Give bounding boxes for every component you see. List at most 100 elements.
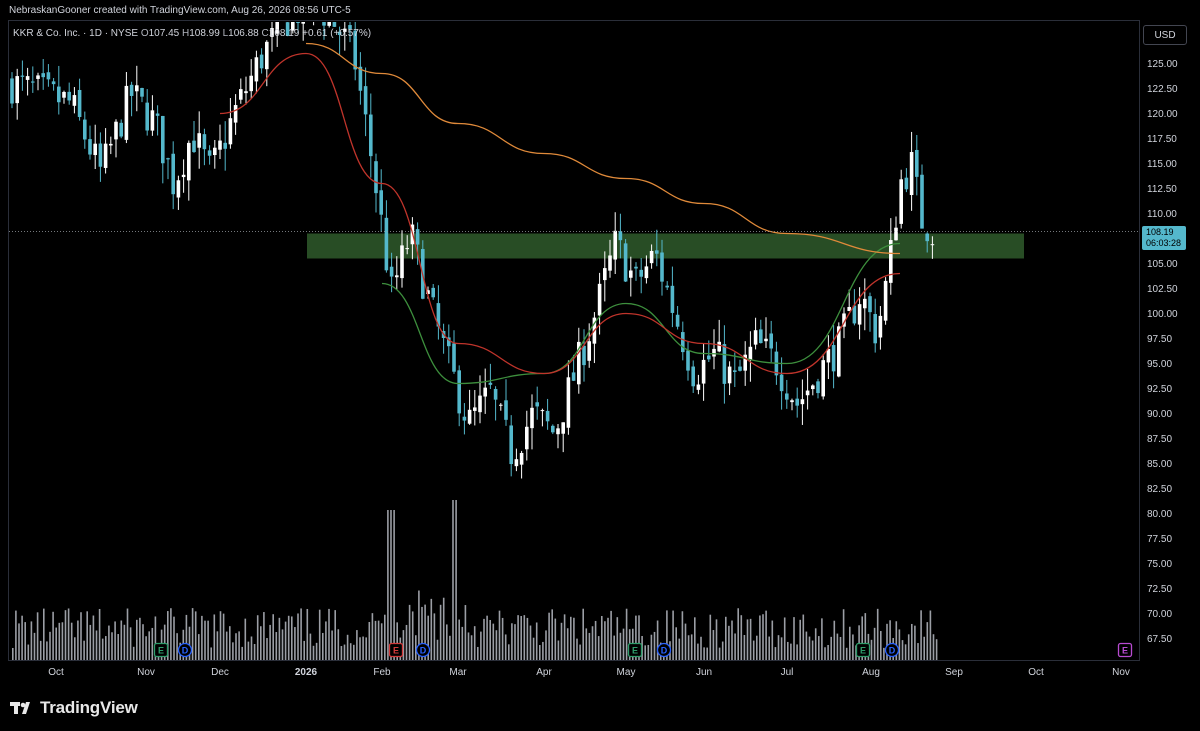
candle-body [655, 250, 659, 254]
volume-bar [526, 617, 529, 660]
x-tick-label: Jun [696, 667, 712, 678]
volume-bar [495, 630, 498, 660]
volume-bar [852, 634, 854, 660]
volume-bar [762, 614, 764, 660]
volume-bar [408, 604, 411, 660]
candle-body [129, 84, 134, 96]
candle-body [395, 275, 399, 278]
volume-bar [613, 635, 615, 660]
legend-symbol: KKR & Co. Inc. · 1D · NYSE [13, 28, 139, 39]
volume-bar [458, 619, 460, 660]
dividend-event-label: D [182, 646, 189, 656]
candle-body [707, 355, 711, 360]
volume-bar [818, 636, 820, 660]
volume-bar [64, 610, 67, 660]
x-tick-label: Nov [1112, 667, 1130, 678]
price-chart[interactable]: 125.00 122.50 120.00 117.50 115.00 112.50 110.… [0, 0, 1200, 682]
earnings-event-label: E [1122, 646, 1128, 656]
y-tick-label: 80.00 [1147, 509, 1172, 520]
y-tick-label: 125.00 [1147, 59, 1178, 70]
volume-bar [225, 631, 228, 660]
candle-body [67, 91, 71, 101]
y-tick-label: 87.50 [1147, 434, 1172, 445]
candle-body [41, 73, 45, 78]
candle-body [20, 75, 25, 77]
volume-bar [374, 620, 377, 660]
volume-bar [123, 624, 126, 660]
volume-bar [238, 631, 240, 660]
volume-bar [554, 618, 557, 660]
y-tick-label: 82.50 [1147, 484, 1172, 495]
volume-bar [467, 632, 470, 660]
volume-bar [132, 646, 135, 660]
volume-bar [697, 643, 699, 660]
volume-bar [470, 635, 473, 660]
candle-body [665, 285, 669, 288]
volume-bar [247, 641, 250, 660]
candle-body [717, 341, 721, 352]
dividend-event-label: D [889, 646, 896, 656]
volume-bar [362, 636, 364, 660]
candle-body [114, 121, 118, 140]
candle-body [566, 377, 571, 428]
volume-bar [752, 640, 755, 660]
candle-body [405, 248, 409, 250]
volume-bar [548, 612, 550, 660]
volume-bar [511, 623, 513, 660]
candle-body [613, 230, 617, 260]
candle-body [582, 345, 586, 366]
volume-bar [92, 615, 95, 660]
currency-button[interactable]: USD [1143, 25, 1187, 45]
volume-bar [687, 635, 690, 660]
volume-bar [625, 608, 628, 660]
volume-bar [18, 623, 20, 660]
volume-bar [244, 618, 247, 660]
volume-bar [275, 632, 278, 660]
volume-bar [365, 637, 367, 660]
volume-bar [601, 616, 603, 660]
volume-bar [740, 615, 743, 660]
volume-bar [539, 645, 541, 660]
candle-body [701, 359, 706, 384]
candle-body [722, 344, 727, 384]
volume-bar [790, 643, 792, 660]
candle-body [389, 266, 394, 277]
candle-body [207, 150, 212, 156]
candle-body [639, 269, 643, 277]
candle-body [46, 72, 51, 80]
volume-bar [139, 617, 141, 660]
volume-bar [452, 500, 454, 660]
legend-low-value: 106.88 [228, 28, 259, 39]
candle-body [571, 372, 576, 381]
volume-bar [923, 636, 925, 660]
candle-body [608, 255, 612, 271]
volume-bar [136, 619, 138, 660]
volume-bar [43, 608, 45, 660]
candle-body [57, 86, 61, 103]
volume-bar [145, 636, 147, 660]
volume-bar [579, 644, 581, 660]
candle-body [93, 143, 97, 156]
candle-body [863, 298, 867, 309]
volume-bar [325, 621, 327, 660]
volume-bar [709, 614, 712, 660]
volume-bar [235, 633, 237, 660]
volume-bar [647, 644, 650, 660]
candle-body [915, 149, 919, 177]
volume-bar [359, 637, 361, 660]
tradingview-logo[interactable]: TradingView [10, 698, 138, 718]
volume-bar [737, 608, 739, 660]
y-tick-label: 95.00 [1147, 359, 1172, 370]
candle-body [816, 381, 820, 394]
volume-bar [263, 612, 265, 660]
candle-body [363, 86, 368, 115]
candle-body [925, 233, 929, 242]
volume-bar [805, 631, 808, 660]
candle-body [10, 78, 14, 104]
volume-bar [839, 636, 842, 660]
volume-bar [712, 630, 715, 660]
volume-bar [920, 610, 922, 660]
volume-bar [98, 608, 101, 660]
candle-body [171, 153, 175, 195]
tradingview-logo-icon [10, 702, 30, 714]
